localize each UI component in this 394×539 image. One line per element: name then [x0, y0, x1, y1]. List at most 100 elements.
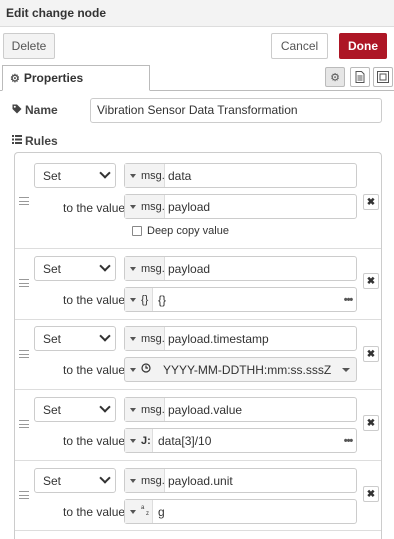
chevron-down-icon [99, 260, 111, 272]
timestamp-format-select[interactable]: YYYY-MM-DDTHH:mm:ss.sssZ [124, 357, 357, 382]
target-property-value: payload.value [168, 403, 243, 417]
appearance-tab-icon[interactable] [373, 67, 393, 87]
action-select-value: Set [43, 169, 62, 183]
remove-rule-button[interactable]: ✖ [363, 194, 379, 210]
action-select[interactable]: Set [34, 326, 116, 351]
action-select-value: Set [43, 403, 62, 417]
type-selector[interactable]: msg. [125, 195, 165, 218]
type-selector[interactable]: msg. [125, 469, 165, 492]
tag-icon [12, 104, 22, 117]
svg-text:a: a [141, 505, 145, 511]
settings-tab-gear-icon[interactable]: ⚙ [325, 67, 345, 87]
rules-label: Rules [12, 134, 58, 148]
caret-icon [130, 509, 136, 514]
drag-handle-icon[interactable] [19, 420, 29, 428]
remove-rule-button[interactable]: ✖ [363, 415, 379, 431]
caret-icon [130, 297, 136, 302]
more-icon[interactable]: ••• [340, 429, 356, 452]
action-select-value: Set [43, 332, 62, 346]
type-label: msg. [141, 403, 165, 416]
type-selector[interactable]: msg. [125, 164, 165, 187]
target-property-value: payload [168, 262, 211, 276]
chevron-down-icon [99, 167, 111, 179]
caret-icon [130, 173, 136, 178]
value-text: payload [168, 200, 211, 214]
done-button[interactable]: Done [339, 33, 387, 59]
action-select[interactable]: Set [34, 163, 116, 188]
target-property-input[interactable]: msg. payload [124, 256, 357, 281]
target-property-input[interactable]: msg. data [124, 163, 357, 188]
value-input[interactable]: msg. payload [124, 194, 357, 219]
tab-properties[interactable]: ⚙ Properties [2, 65, 150, 91]
type-selector[interactable]: msg. [125, 327, 165, 350]
target-property-value: payload.timestamp [168, 332, 269, 346]
chevron-down-icon [99, 472, 111, 484]
tab-bar: ⚙ Properties ⚙ [0, 65, 394, 91]
drag-handle-icon[interactable] [19, 197, 29, 205]
action-select[interactable]: Set [34, 256, 116, 281]
name-input[interactable]: Vibration Sensor Data Transformation [90, 98, 382, 123]
type-label: msg. [141, 262, 165, 275]
type-selector[interactable] [125, 358, 155, 381]
value-text: {} [158, 293, 167, 307]
target-property-input[interactable]: msg. payload.unit [124, 468, 357, 493]
string-type-icon: az [141, 504, 151, 519]
tab-properties-label: Properties [23, 71, 84, 85]
chevron-down-icon [99, 401, 111, 413]
caret-icon [130, 204, 136, 209]
drag-handle-icon[interactable] [19, 279, 29, 287]
to-the-value-label: to the value [63, 293, 126, 307]
value-input[interactable]: az g [124, 499, 357, 524]
type-selector[interactable]: J: [125, 429, 153, 452]
action-select-value: Set [43, 474, 62, 488]
description-tab-icon[interactable] [350, 67, 370, 87]
deep-copy-checkbox[interactable] [132, 226, 142, 236]
delete-button[interactable]: Delete [3, 33, 55, 59]
type-label: msg. [141, 474, 165, 487]
jsonata-type-icon: J: [141, 434, 151, 447]
value-text: data[3]/10 [158, 434, 212, 448]
caret-icon [130, 367, 136, 372]
timestamp-format-value: YYYY-MM-DDTHH:mm:ss.sssZ [163, 363, 332, 377]
type-selector[interactable]: az [125, 500, 153, 523]
to-the-value-label: to the value [63, 201, 126, 215]
type-selector[interactable]: msg. [125, 398, 165, 421]
remove-rule-button[interactable]: ✖ [363, 486, 379, 502]
dialog-title: Edit change node [6, 6, 107, 20]
drag-handle-icon[interactable] [19, 491, 29, 499]
button-bar: Delete Cancel Done [0, 27, 394, 65]
caret-icon [130, 266, 136, 271]
rule-row: Set msg. payload to the value {} {} ••• … [15, 249, 381, 320]
deep-copy-option[interactable]: Deep copy value [132, 225, 229, 237]
action-select[interactable]: Set [34, 468, 116, 493]
drag-handle-icon[interactable] [19, 350, 29, 358]
cancel-button[interactable]: Cancel [271, 33, 328, 59]
value-input[interactable]: {} {} ••• [124, 287, 357, 312]
dialog-header: Edit change node [0, 0, 394, 27]
target-property-input[interactable]: msg. payload.timestamp [124, 326, 357, 351]
more-icon[interactable]: ••• [340, 288, 356, 311]
value-text: g [158, 505, 165, 519]
rule-row: Set msg. payload.unit to the value az g … [15, 461, 381, 531]
type-selector[interactable]: {} [125, 288, 153, 311]
list-icon [12, 135, 22, 147]
to-the-value-label: to the value [63, 434, 126, 448]
rule-row: Set msg. data to the value msg. payload … [15, 153, 381, 249]
value-input[interactable]: J: data[3]/10 ••• [124, 428, 357, 453]
type-selector[interactable]: msg. [125, 257, 165, 280]
remove-rule-button[interactable]: ✖ [363, 273, 379, 289]
remove-rule-button[interactable]: ✖ [363, 346, 379, 362]
action-select[interactable]: Set [34, 397, 116, 422]
type-label: msg. [141, 332, 165, 345]
rule-row: Set msg. payload.value to the value J: d… [15, 390, 381, 461]
caret-icon [130, 478, 136, 483]
target-property-input[interactable]: msg. payload.value [124, 397, 357, 422]
rules-list: Set msg. data to the value msg. payload … [14, 152, 382, 539]
name-label: Name [12, 103, 58, 117]
gear-icon: ⚙ [10, 72, 20, 85]
to-the-value-label: to the value [63, 505, 126, 519]
clock-icon [141, 363, 151, 376]
target-property-value: data [168, 169, 192, 183]
type-label: msg. [141, 169, 165, 182]
caret-icon [130, 438, 136, 443]
